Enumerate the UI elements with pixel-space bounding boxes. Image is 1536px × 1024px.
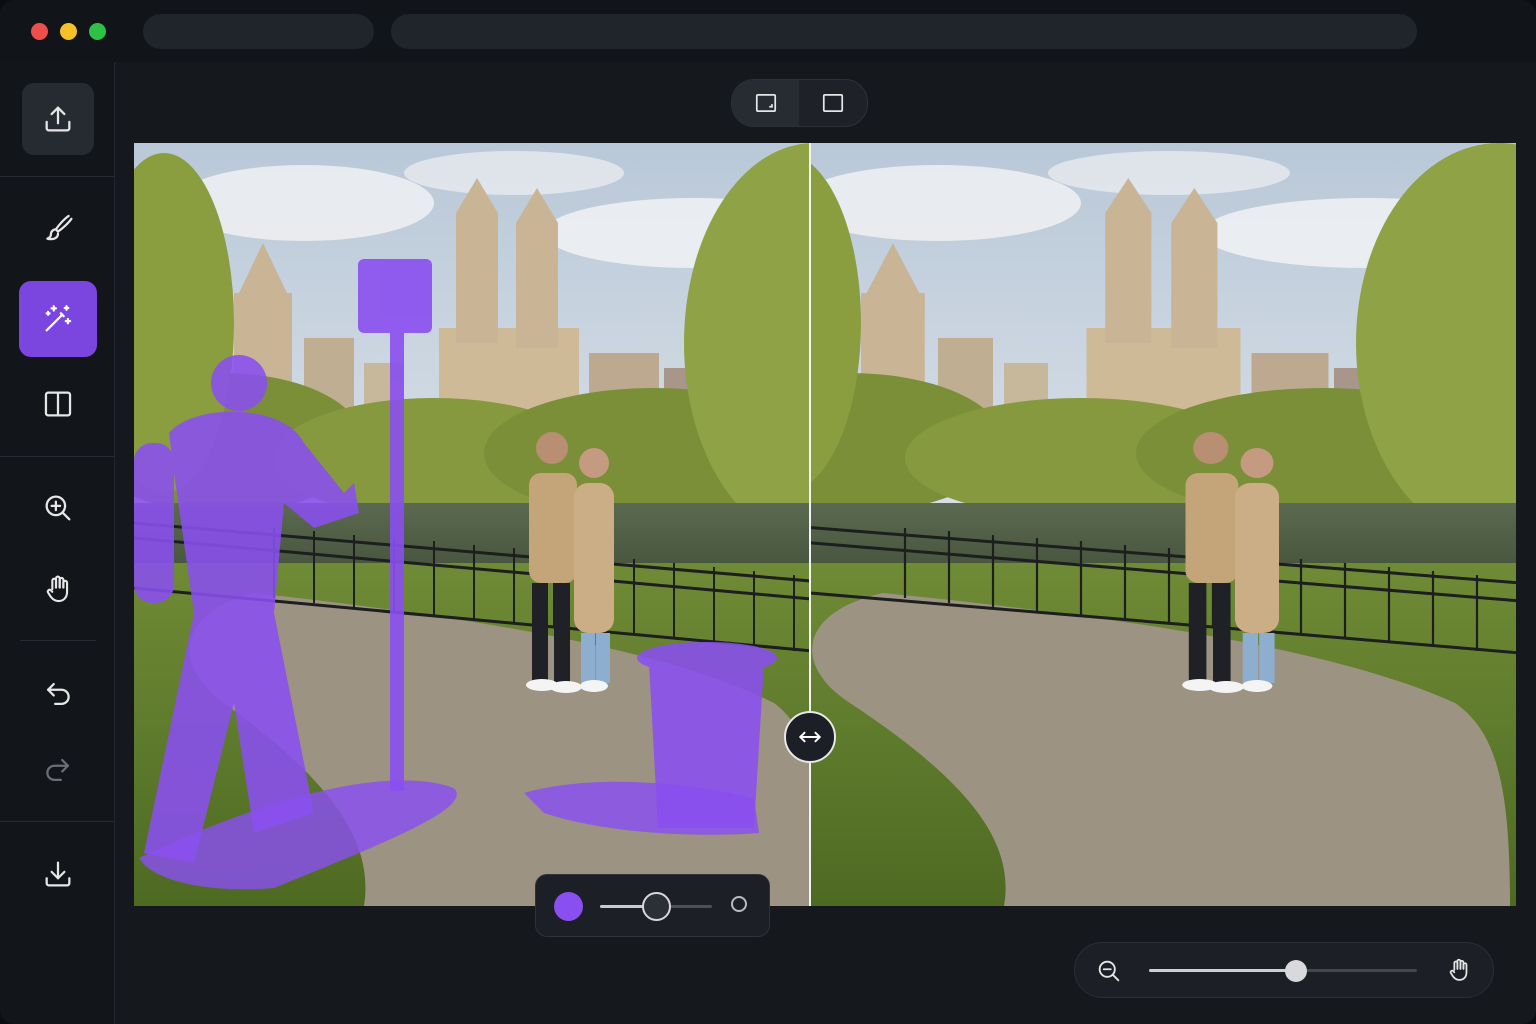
after-image xyxy=(811,143,1516,906)
zoom-slider-thumb[interactable] xyxy=(1285,960,1307,982)
sidebar-divider xyxy=(20,640,96,641)
single-view-button[interactable] xyxy=(799,80,866,126)
magic-wand-tool-button[interactable] xyxy=(19,281,97,357)
upload-icon xyxy=(45,106,71,132)
maximize-window-button[interactable] xyxy=(89,23,106,40)
magic-wand-icon xyxy=(45,305,72,332)
redo-button[interactable] xyxy=(22,738,94,802)
brush-color-swatch[interactable] xyxy=(554,892,583,921)
title-tab-placeholder[interactable] xyxy=(143,14,374,49)
compare-slider-handle[interactable] xyxy=(784,711,836,763)
zoom-bar xyxy=(1074,942,1494,998)
image-canvas[interactable] xyxy=(134,143,1516,906)
hand-icon xyxy=(46,575,69,603)
title-bar xyxy=(0,0,1536,63)
redo-icon xyxy=(46,758,70,782)
arrows-horizontal-icon xyxy=(799,731,821,743)
download-icon xyxy=(45,861,71,887)
sidebar-divider xyxy=(0,176,114,177)
zoom-in-button[interactable] xyxy=(22,476,94,540)
split-view-button[interactable] xyxy=(22,372,94,436)
undo-icon xyxy=(46,682,70,706)
compare-view-button[interactable] xyxy=(732,80,799,126)
tool-sidebar xyxy=(0,62,115,1024)
view-mode-toggle xyxy=(731,79,868,127)
brush-size-thumb[interactable] xyxy=(642,892,671,921)
upload-button[interactable] xyxy=(22,83,94,155)
zoom-out-button[interactable] xyxy=(1095,957,1123,990)
pan-tool-button[interactable] xyxy=(22,557,94,621)
close-window-button[interactable] xyxy=(31,23,48,40)
photo-scene xyxy=(134,143,1516,906)
split-view-icon xyxy=(44,391,72,417)
address-bar-placeholder[interactable] xyxy=(391,14,1417,49)
single-view-icon xyxy=(822,94,843,112)
sidebar-divider xyxy=(0,456,114,457)
brush-size-small-indicator xyxy=(731,896,747,912)
undo-button[interactable] xyxy=(22,662,94,726)
zoom-slider-fill xyxy=(1149,969,1296,972)
minimize-window-button[interactable] xyxy=(60,23,77,40)
brush-settings-bar xyxy=(535,874,770,937)
compare-view-icon xyxy=(755,94,776,112)
pan-button[interactable] xyxy=(1445,956,1473,989)
sidebar-divider xyxy=(0,821,114,822)
zoom-in-icon xyxy=(45,495,71,521)
brush-icon xyxy=(46,214,73,241)
download-button[interactable] xyxy=(22,842,94,906)
hand-icon xyxy=(1449,958,1468,981)
compare-split-line[interactable] xyxy=(809,143,811,906)
app-window xyxy=(0,0,1536,1024)
brush-tool-button[interactable] xyxy=(22,196,94,260)
zoom-out-icon xyxy=(1098,960,1120,982)
